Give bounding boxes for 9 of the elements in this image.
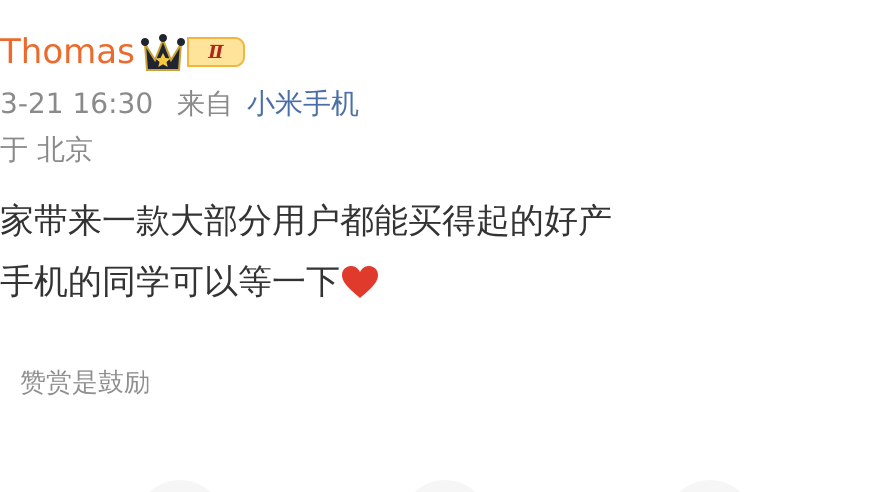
post-location: 于 北京 bbox=[0, 136, 93, 164]
post-time: 3-21 16:30 bbox=[0, 90, 154, 118]
heart-icon bbox=[340, 264, 380, 300]
post-text: 家带来一款大部分用户都能买得起的好产 bbox=[0, 204, 612, 238]
source-label: 来自 bbox=[177, 90, 234, 118]
reward-label: 赞赏是鼓励 bbox=[20, 370, 150, 396]
source-link[interactable]: 小米手机 bbox=[247, 90, 360, 118]
post-text: 手机的同学可以等一下 bbox=[0, 265, 340, 299]
crown-badge: Ⅱ bbox=[140, 30, 245, 74]
